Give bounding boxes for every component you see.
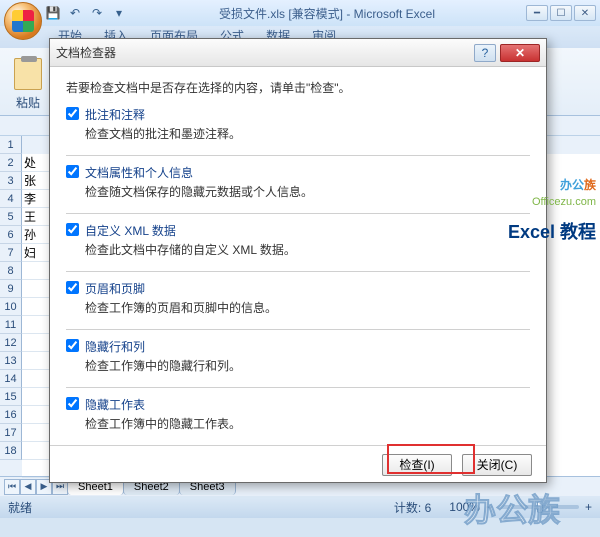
inspector-option-label: 批注和注释 xyxy=(85,106,145,123)
inspector-option-desc: 检查文档的批注和墨迹注释。 xyxy=(85,125,530,143)
dialog-titlebar[interactable]: 文档检查器 ? ✕ xyxy=(50,39,546,67)
row-header[interactable]: 8 xyxy=(0,262,22,280)
close-button[interactable]: 关闭(C) xyxy=(462,454,532,476)
inspector-checkbox[interactable] xyxy=(66,165,79,178)
zoom-control[interactable]: 100% − + xyxy=(449,500,592,514)
zoom-slider[interactable] xyxy=(499,505,579,509)
inspector-option-label: 隐藏行和列 xyxy=(85,338,145,355)
dialog-close-button[interactable]: ✕ xyxy=(500,44,540,62)
zoom-value: 100% xyxy=(449,500,480,514)
inspector-option-label: 隐藏工作表 xyxy=(85,396,145,413)
dialog-instruction: 若要检查文档中是否存在选择的内容，请单击"检查"。 xyxy=(66,79,530,96)
office-button[interactable] xyxy=(4,2,42,40)
row-header[interactable]: 13 xyxy=(0,352,22,370)
dialog-footer: 检查(I) 关闭(C) xyxy=(50,445,546,483)
qat-redo-icon[interactable]: ↷ xyxy=(88,4,106,22)
inspector-option-desc: 检查工作簿中的隐藏行和列。 xyxy=(85,357,530,375)
inspect-button[interactable]: 检查(I) xyxy=(382,454,452,476)
tab-nav-prev[interactable]: ◀ xyxy=(20,479,36,495)
inspector-checkbox[interactable] xyxy=(66,397,79,410)
row-header[interactable]: 3 xyxy=(0,172,22,190)
dialog-help-button[interactable]: ? xyxy=(474,44,496,62)
row-header[interactable]: 17 xyxy=(0,424,22,442)
minimize-button[interactable]: ━ xyxy=(526,5,548,21)
inspector-checkbox[interactable] xyxy=(66,107,79,120)
inspector-option-label: 文档属性和个人信息 xyxy=(85,164,193,181)
clipboard-icon xyxy=(14,58,42,90)
row-header[interactable]: 1 xyxy=(0,136,22,154)
row-header[interactable]: 5 xyxy=(0,208,22,226)
inspector-option-label: 页眉和页脚 xyxy=(85,280,145,297)
row-header[interactable]: 2 xyxy=(0,154,22,172)
window-close-button[interactable]: ✕ xyxy=(574,5,596,21)
status-ready: 就绪 xyxy=(8,499,32,516)
row-header[interactable]: 4 xyxy=(0,190,22,208)
inspector-option-desc: 检查此文档中存储的自定义 XML 数据。 xyxy=(85,241,530,259)
inspector-option-label: 自定义 XML 数据 xyxy=(85,222,176,239)
paste-group[interactable]: 粘贴 xyxy=(4,52,52,111)
row-header[interactable]: 18 xyxy=(0,442,22,460)
document-inspector-dialog: 文档检查器 ? ✕ 若要检查文档中是否存在选择的内容，请单击"检查"。 批注和注… xyxy=(49,38,547,483)
inspector-option-desc: 检查随文档保存的隐藏元数据或个人信息。 xyxy=(85,183,530,201)
tab-nav-first[interactable]: ⏮ xyxy=(4,479,20,495)
qat-customize-icon[interactable]: ▾ xyxy=(110,4,128,22)
dialog-body: 若要检查文档中是否存在选择的内容，请单击"检查"。 批注和注释检查文档的批注和墨… xyxy=(50,67,546,445)
row-header[interactable]: 6 xyxy=(0,226,22,244)
row-header[interactable]: 12 xyxy=(0,334,22,352)
dialog-title: 文档检查器 xyxy=(56,44,474,61)
statusbar: 就绪 计数: 6 100% − + xyxy=(0,496,600,518)
inspector-option-desc: 检查工作簿中的隐藏工作表。 xyxy=(85,415,530,433)
row-header[interactable]: 9 xyxy=(0,280,22,298)
window-title: 受损文件.xls [兼容模式] - Microsoft Excel xyxy=(128,5,526,22)
qat-undo-icon[interactable]: ↶ xyxy=(66,4,84,22)
row-header[interactable]: 15 xyxy=(0,388,22,406)
inspector-option-desc: 检查工作簿的页眉和页脚中的信息。 xyxy=(85,299,530,317)
paste-label: 粘贴 xyxy=(16,94,40,111)
row-header[interactable]: 14 xyxy=(0,370,22,388)
status-count: 计数: 6 xyxy=(394,499,431,516)
row-header[interactable]: 10 xyxy=(0,298,22,316)
maximize-button[interactable]: ☐ xyxy=(550,5,572,21)
zoom-out-icon[interactable]: − xyxy=(486,500,493,514)
row-header[interactable]: 7 xyxy=(0,244,22,262)
row-headers: 123456789101112131415161718 xyxy=(0,136,22,476)
row-header[interactable]: 11 xyxy=(0,316,22,334)
inspector-checkbox[interactable] xyxy=(66,281,79,294)
inspector-checkbox[interactable] xyxy=(66,339,79,352)
zoom-in-icon[interactable]: + xyxy=(585,500,592,514)
inspector-checkbox[interactable] xyxy=(66,223,79,236)
qat-save-icon[interactable]: 💾 xyxy=(44,4,62,22)
row-header[interactable]: 16 xyxy=(0,406,22,424)
